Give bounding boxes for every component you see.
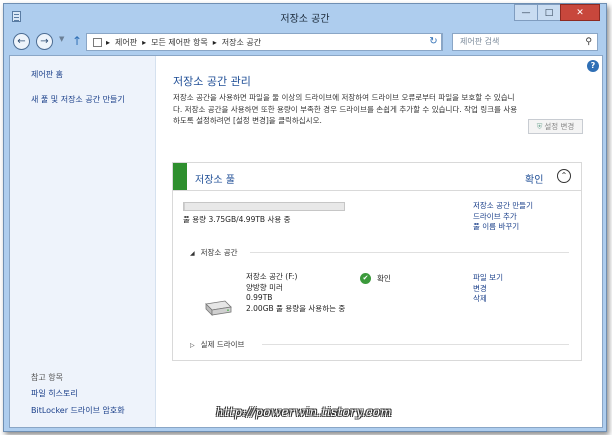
change-link[interactable]: 변경	[473, 284, 503, 295]
back-button[interactable]: ←	[13, 33, 30, 50]
divider	[262, 344, 569, 345]
storage-pool-panel: 저장소 풀 확인 ⌃ 풀 용량 3.75GB/4.99TB 사용 중 저장소 공…	[172, 162, 582, 361]
space-usage: 2.00GB 풀 용량을 사용하는 중	[246, 303, 346, 313]
control-panel-home-link[interactable]: 제어판 홈	[31, 69, 63, 80]
recent-locations-dropdown-icon[interactable]: ▼	[59, 35, 64, 43]
pool-actions: 저장소 공간 만들기 드라이브 추가 풀 이름 바꾸기	[473, 201, 533, 233]
space-size: 0.99TB	[246, 293, 273, 302]
space-name: 저장소 공간 (F:)	[246, 272, 298, 281]
search-input[interactable]: 제어판 검색 ⚲	[452, 33, 598, 51]
main-pane: ? 저장소 공간 관리 저장소 공간을 사용하면 파일을 둘 이상의 드라이브에…	[157, 56, 602, 427]
collapse-chevron-icon[interactable]: ⌃	[557, 169, 571, 183]
address-bar[interactable]: ▸ 제어판 ▸ 모든 제어판 항목 ▸ 저장소 공간 ∨	[86, 33, 443, 51]
collapsed-triangle-icon: ▷	[190, 342, 195, 349]
minimize-button[interactable]: —	[514, 4, 538, 21]
sidebar: 제어판 홈 새 풀 및 저장소 공간 만들기 참고 항목 파일 히스토리 Bit…	[10, 56, 156, 427]
bitlocker-link[interactable]: BitLocker 드라이브 암호화	[31, 405, 125, 416]
physical-drives-section-header[interactable]: ▷ 실제 드라이브	[190, 339, 244, 350]
search-icon[interactable]: ⚲	[585, 34, 592, 50]
page-title: 저장소 공간 관리	[173, 75, 251, 88]
navigation-bar: ← → ▼ ↑ ▸ 제어판 ▸ 모든 제어판 항목 ▸ 저장소 공간 ∨ ↻ 제…	[4, 30, 606, 54]
expanded-triangle-icon: ◢	[190, 250, 195, 257]
control-panel-window: 저장소 공간 — □ ✕ ← → ▼ ↑ ▸ 제어판 ▸ 모든 제어판 항목 ▸…	[3, 3, 607, 432]
folder-icon	[93, 37, 102, 47]
add-drives-link[interactable]: 드라이브 추가	[473, 212, 533, 223]
breadcrumb-control-panel[interactable]: 제어판	[115, 37, 137, 48]
maximize-button[interactable]: □	[537, 4, 561, 21]
pool-usage-bar	[183, 202, 345, 211]
title-bar[interactable]: 저장소 공간 — □ ✕	[4, 4, 606, 30]
watermark: http://powerwin.tistory.com	[216, 405, 392, 419]
see-also-header: 참고 항목	[31, 373, 63, 382]
up-button[interactable]: ↑	[72, 34, 82, 48]
page-description: 저장소 공간을 사용하면 파일을 둘 이상의 드라이브에 저장하여 드라이브 오…	[173, 93, 518, 125]
create-space-link[interactable]: 저장소 공간 만들기	[473, 201, 533, 212]
breadcrumb-storage-spaces[interactable]: 저장소 공간	[222, 37, 261, 48]
pool-title: 저장소 풀	[195, 175, 235, 186]
content-area: 제어판 홈 새 풀 및 저장소 공간 만들기 참고 항목 파일 히스토리 Bit…	[9, 55, 603, 428]
path-separator: ▸	[212, 37, 217, 47]
physical-drives-header-label: 실제 드라이브	[200, 340, 245, 349]
storage-space-info: 저장소 공간 (F:) 양방향 미러 0.99TB 2.00GB 풀 용량을 사…	[246, 272, 354, 314]
path-separator: ▸	[142, 37, 147, 47]
forward-button[interactable]: →	[36, 33, 53, 50]
file-history-link[interactable]: 파일 히스토리	[31, 388, 78, 399]
pool-usage-fill	[184, 203, 185, 210]
search-placeholder: 제어판 검색	[460, 37, 500, 46]
breadcrumb-all-items[interactable]: 모든 제어판 항목	[151, 37, 208, 48]
space-actions: 파일 보기 변경 삭제	[473, 273, 503, 305]
divider	[250, 252, 569, 253]
help-icon[interactable]: ?	[587, 60, 599, 72]
close-button[interactable]: ✕	[560, 4, 600, 21]
divider	[173, 190, 581, 191]
view-files-link[interactable]: 파일 보기	[473, 273, 503, 284]
delete-link[interactable]: 삭제	[473, 294, 503, 305]
storage-spaces-header-label: 저장소 공간	[200, 248, 238, 257]
storage-spaces-section-header[interactable]: ◢ 저장소 공간	[190, 247, 238, 258]
pool-status: 확인	[525, 175, 544, 186]
drive-icon	[205, 300, 232, 316]
refresh-button[interactable]: ↻	[426, 33, 442, 51]
window-controls: — □ ✕	[514, 4, 600, 21]
create-pool-link[interactable]: 새 풀 및 저장소 공간 만들기	[31, 94, 125, 105]
pool-usage-text: 풀 용량 3.75GB/4.99TB 사용 중	[183, 215, 291, 224]
pool-status-bar	[173, 163, 187, 190]
pool-header[interactable]: 저장소 풀 확인 ⌃	[173, 163, 581, 190]
ok-check-icon: ✔	[360, 273, 371, 284]
space-resiliency: 양방향 미러	[246, 282, 283, 292]
space-status: 확인	[377, 274, 391, 283]
change-settings-label: 설정 변경	[544, 122, 575, 131]
rename-pool-link[interactable]: 풀 이름 바꾸기	[473, 222, 533, 233]
path-separator: ▸	[106, 37, 111, 47]
shield-icon: ⛨	[536, 121, 543, 131]
change-settings-button[interactable]: ⛨ 설정 변경	[528, 119, 583, 134]
